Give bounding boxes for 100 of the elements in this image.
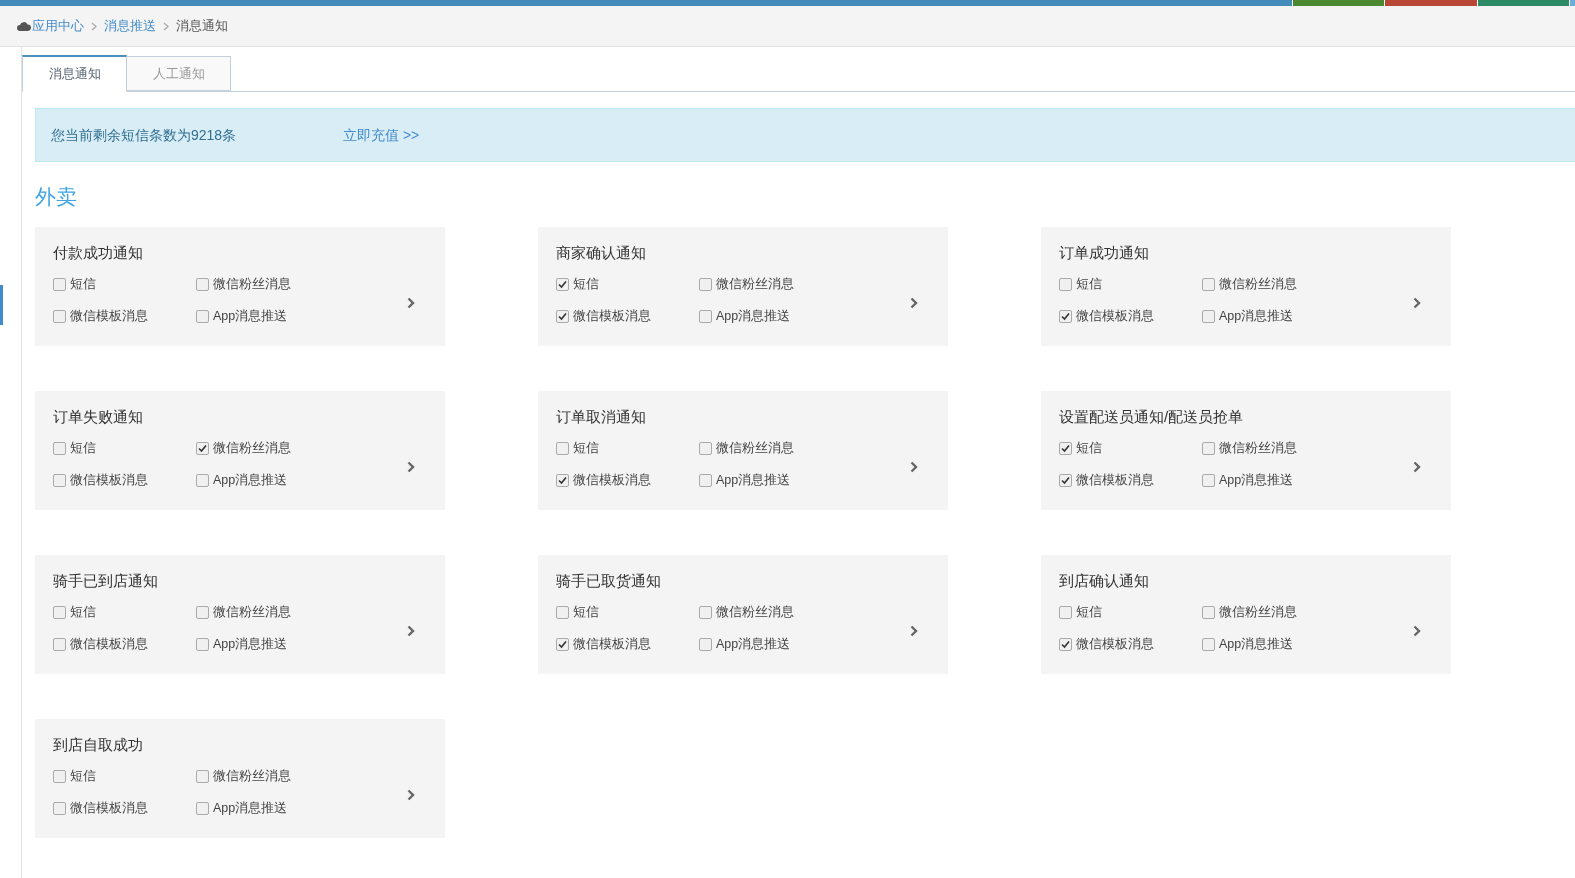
option-label: 短信 — [1076, 276, 1102, 293]
checkbox[interactable] — [1202, 310, 1215, 323]
checkbox[interactable] — [1059, 638, 1072, 651]
chevron-right-icon[interactable] — [407, 624, 415, 637]
chevron-right-icon[interactable] — [910, 296, 918, 309]
checkbox[interactable] — [556, 638, 569, 651]
option-label: 微信模板消息 — [70, 636, 148, 653]
option-label: 短信 — [70, 440, 96, 457]
checkbox[interactable] — [699, 442, 712, 455]
checkbox[interactable] — [556, 442, 569, 455]
checkbox[interactable] — [1202, 638, 1215, 651]
option-label: App消息推送 — [1219, 308, 1294, 325]
checkbox[interactable] — [196, 278, 209, 291]
tab[interactable]: 人工通知 — [127, 56, 231, 91]
option-label: App消息推送 — [213, 472, 288, 489]
checkbox[interactable] — [556, 278, 569, 291]
checkbox[interactable] — [53, 442, 66, 455]
checkbox[interactable] — [699, 310, 712, 323]
checkbox[interactable] — [1202, 474, 1215, 487]
checkbox[interactable] — [53, 802, 66, 815]
option-label: 微信模板消息 — [70, 800, 148, 817]
option-label: 微信模板消息 — [1076, 636, 1154, 653]
checkbox[interactable] — [196, 442, 209, 455]
chevron-right-icon[interactable] — [407, 788, 415, 801]
option-label: 微信模板消息 — [573, 636, 651, 653]
option-label: App消息推送 — [213, 636, 288, 653]
checkbox[interactable] — [53, 278, 66, 291]
option-label: App消息推送 — [716, 308, 791, 325]
breadcrumb-link[interactable]: 消息推送 — [104, 16, 156, 36]
checkbox[interactable] — [1202, 442, 1215, 455]
checkbox[interactable] — [196, 802, 209, 815]
checkbox[interactable] — [53, 770, 66, 783]
tab[interactable]: 消息通知 — [22, 55, 127, 92]
card-title: 订单成功通知 — [1059, 243, 1150, 263]
option-label: 微信粉丝消息 — [213, 604, 291, 621]
option-label: 微信粉丝消息 — [213, 768, 291, 785]
option-label: 微信模板消息 — [1076, 472, 1154, 489]
chevron-right-icon[interactable] — [910, 460, 918, 473]
checkbox[interactable] — [1202, 606, 1215, 619]
checkbox[interactable] — [1059, 442, 1072, 455]
checkbox[interactable] — [1059, 474, 1072, 487]
chevron-right-icon[interactable] — [1413, 624, 1421, 637]
chevron-right-icon[interactable] — [910, 624, 918, 637]
breadcrumb-link[interactable]: 应用中心 — [32, 16, 84, 36]
checkbox[interactable] — [556, 606, 569, 619]
card-title: 设置配送员通知/配送员抢单 — [1059, 407, 1245, 427]
card-title: 骑手已到店通知 — [53, 571, 159, 591]
card-title: 付款成功通知 — [53, 243, 144, 263]
alert-text: 您当前剩余短信条数为9218条 — [51, 125, 238, 145]
checkbox[interactable] — [556, 474, 569, 487]
checkbox[interactable] — [699, 278, 712, 291]
cloud-icon — [17, 21, 31, 31]
checkbox[interactable] — [196, 310, 209, 323]
checkbox[interactable] — [196, 606, 209, 619]
checkbox[interactable] — [53, 638, 66, 651]
option-label: 微信模板消息 — [1076, 308, 1154, 325]
checkbox[interactable] — [196, 474, 209, 487]
chevron-right-icon[interactable] — [1413, 296, 1421, 309]
option-label: 微信粉丝消息 — [1219, 440, 1297, 457]
option-label: 微信模板消息 — [573, 472, 651, 489]
checkbox[interactable] — [556, 310, 569, 323]
sidebar-indicator — [0, 285, 3, 325]
chevron-right-icon[interactable] — [407, 296, 415, 309]
checkbox[interactable] — [53, 474, 66, 487]
option-label: 短信 — [1076, 604, 1102, 621]
option-label: App消息推送 — [716, 472, 791, 489]
checkbox[interactable] — [1059, 606, 1072, 619]
checkbox[interactable] — [196, 638, 209, 651]
card-title: 骑手已取货通知 — [556, 571, 662, 591]
option-label: 短信 — [1076, 440, 1102, 457]
breadcrumb-current: 消息通知 — [176, 17, 228, 36]
section-title: 外卖 — [35, 184, 78, 210]
chevron-icon — [91, 21, 97, 31]
option-label: 短信 — [70, 768, 96, 785]
recharge-link[interactable]: 立即充值 >> — [343, 124, 420, 146]
checkbox[interactable] — [1059, 310, 1072, 323]
checkbox[interactable] — [699, 638, 712, 651]
checkbox[interactable] — [1202, 278, 1215, 291]
chevron-right-icon[interactable] — [407, 460, 415, 473]
checkbox[interactable] — [53, 606, 66, 619]
option-label: App消息推送 — [213, 308, 288, 325]
option-label: 微信模板消息 — [70, 308, 148, 325]
option-label: 微信粉丝消息 — [213, 440, 291, 457]
card-title: 到店确认通知 — [1059, 571, 1150, 591]
checkbox[interactable] — [196, 770, 209, 783]
chevron-icon — [163, 21, 169, 31]
option-label: App消息推送 — [1219, 472, 1294, 489]
option-label: 微信粉丝消息 — [213, 276, 291, 293]
option-label: App消息推送 — [1219, 636, 1294, 653]
checkbox[interactable] — [53, 310, 66, 323]
card-title: 商家确认通知 — [556, 243, 647, 263]
option-label: 短信 — [573, 440, 599, 457]
checkbox[interactable] — [699, 474, 712, 487]
checkbox[interactable] — [699, 606, 712, 619]
option-label: 微信粉丝消息 — [716, 604, 794, 621]
checkbox[interactable] — [1059, 278, 1072, 291]
option-label: 短信 — [573, 276, 599, 293]
option-label: 微信粉丝消息 — [716, 440, 794, 457]
option-label: 微信粉丝消息 — [716, 276, 794, 293]
chevron-right-icon[interactable] — [1413, 460, 1421, 473]
